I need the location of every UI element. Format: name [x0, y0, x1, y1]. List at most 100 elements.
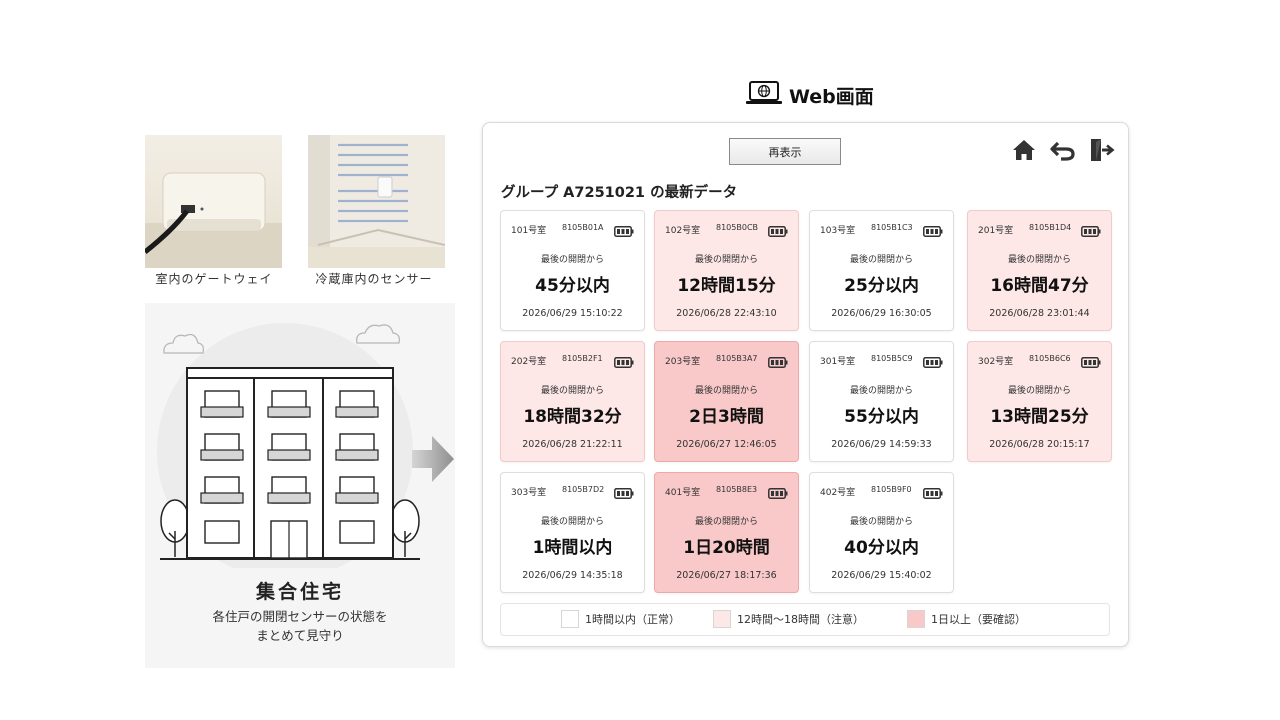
battery-icon: [614, 353, 634, 372]
home-icon[interactable]: [1011, 137, 1037, 163]
last-open-timestamp: 2026/06/28 22:43:10: [676, 308, 777, 319]
sensor-id: 8105B9F0: [871, 485, 912, 494]
last-open-label: 最後の開閉から: [849, 255, 913, 265]
battery-icon: [923, 484, 943, 503]
elapsed-time-value: 1日20時間: [683, 538, 770, 558]
room-number: 202号室: [511, 357, 547, 367]
elapsed-time-value: 55分以内: [844, 407, 919, 427]
legend-label-alert: 1日以上（要確認）: [931, 613, 1026, 626]
room-number: 402号室: [820, 488, 856, 498]
laptop-icon: [745, 80, 783, 110]
web-screen-title: Web画面: [789, 85, 874, 108]
room-number: 302号室: [978, 357, 1014, 367]
sensor-id: 8105B0CB: [716, 223, 759, 232]
room-number: 303号室: [511, 488, 547, 498]
legend-item-normal: 1時間以内（正常）: [561, 610, 680, 628]
sensor-id: 8105B5C9: [871, 354, 913, 363]
fridge-photo: [308, 135, 445, 268]
sensor-card: 303号室 8105B7D2 最後の開閉から 1時間以内 2026/06/29 14:3…: [500, 472, 645, 593]
sensor-card: 401号室 8105B8E3 最後の開閉から 1日20時間 2026/06/27 18:…: [654, 472, 799, 593]
elapsed-time-value: 16時間47分: [990, 276, 1089, 296]
sensor-id: 8105B01A: [562, 223, 604, 232]
gateway-caption: 室内のゲートウェイ: [155, 272, 273, 286]
last-open-label: 最後の開閉から: [849, 517, 913, 527]
last-open-label: 最後の開閉から: [694, 255, 758, 265]
legend-swatch-normal: [561, 610, 579, 628]
elapsed-time-value: 13時間25分: [990, 407, 1089, 427]
sensor-id: 8105B3A7: [716, 354, 758, 363]
sensor-id: 8105B1C3: [871, 223, 913, 232]
group-title: グループ A7251021 の最新データ: [501, 185, 738, 201]
room-number: 203号室: [665, 357, 701, 367]
building-description: 各住戸の開閉センサーの状態を まとめて見守り: [145, 607, 455, 645]
sensor-id: 8105B2F1: [562, 354, 603, 363]
logout-icon[interactable]: [1087, 137, 1115, 163]
last-open-label: 最後の開閉から: [849, 386, 913, 396]
last-open-timestamp: 2026/06/29 15:10:22: [522, 308, 623, 319]
last-open-timestamp: 2026/06/29 14:59:33: [831, 439, 932, 450]
battery-icon: [1081, 353, 1101, 372]
last-open-timestamp: 2026/06/28 23:01:44: [989, 308, 1090, 319]
last-open-label: 最後の開閉から: [694, 386, 758, 396]
legend-item-alert: 1日以上（要確認）: [907, 610, 1026, 628]
battery-icon: [923, 222, 943, 241]
sensor-card: 301号室 8105B5C9 最後の開閉から 55分以内 2026/06/29 14:5…: [809, 341, 954, 462]
legend-label-normal: 1時間以内（正常）: [585, 613, 680, 626]
room-number: 201号室: [978, 226, 1014, 236]
elapsed-time-value: 2日3時間: [689, 407, 764, 427]
last-open-label: 最後の開閉から: [1007, 255, 1071, 265]
battery-icon: [768, 353, 788, 372]
room-number: 401号室: [665, 488, 701, 498]
sensor-card: 302号室 8105B6C6 最後の開閉から 13時間25分 2026/06/28 20…: [967, 341, 1112, 462]
battery-icon: [923, 353, 943, 372]
elapsed-time-value: 1時間以内: [532, 538, 613, 558]
legend-swatch-warning: [713, 610, 731, 628]
last-open-timestamp: 2026/06/28 21:22:11: [522, 439, 623, 450]
room-number: 103号室: [820, 226, 856, 236]
sensor-id: 8105B7D2: [562, 485, 605, 494]
battery-icon: [768, 484, 788, 503]
back-icon[interactable]: [1049, 137, 1075, 163]
last-open-timestamp: 2026/06/27 12:46:05: [676, 439, 777, 450]
sensor-card: 202号室 8105B2F1 最後の開閉から 18時間32分 2026/06/28 21…: [500, 341, 645, 462]
sensor-card: 102号室 8105B0CB 最後の開閉から 12時間15分 2026/06/28 22…: [654, 210, 799, 331]
battery-icon: [1081, 222, 1101, 241]
building-desc-line-1: 各住戸の開閉センサーの状態を: [212, 609, 388, 624]
battery-icon: [768, 222, 788, 241]
last-open-timestamp: 2026/06/29 14:35:18: [522, 570, 623, 581]
dashboard-panel: 再表示 グループ A7251021 の最新データ 101号室 8105B01A 最後…: [482, 122, 1129, 647]
legend-swatch-alert: [907, 610, 925, 628]
arrow-right-icon: [412, 436, 454, 486]
gateway-photo: [145, 135, 282, 268]
sensor-card: 103号室 8105B1C3 最後の開閉から 25分以内 2026/06/29 16:3…: [809, 210, 954, 331]
battery-icon: [614, 222, 634, 241]
legend-item-warning: 12時間〜18時間（注意）: [713, 610, 864, 628]
last-open-timestamp: 2026/06/27 18:17:36: [676, 570, 777, 581]
sensor-id: 8105B6C6: [1029, 354, 1071, 363]
room-number: 102号室: [665, 226, 701, 236]
building-title: 集合住宅: [255, 581, 344, 603]
building-desc-line-2: まとめて見守り: [256, 628, 344, 643]
elapsed-time-value: 45分以内: [535, 276, 610, 296]
elapsed-time-value: 40分以内: [844, 538, 919, 558]
last-open-label: 最後の開閉から: [1007, 386, 1071, 396]
last-open-label: 最後の開閉から: [540, 517, 604, 527]
room-number: 101号室: [511, 226, 547, 236]
fridge-sensor-caption: 冷蔵庫内のセンサー: [315, 272, 433, 286]
legend-label-warning: 12時間〜18時間（注意）: [737, 613, 864, 626]
sensor-card: 101号室 8105B01A 最後の開閉から 45分以内 2026/06/29 15:1…: [500, 210, 645, 331]
room-number: 301号室: [820, 357, 856, 367]
last-open-timestamp: 2026/06/28 20:15:17: [989, 439, 1090, 450]
last-open-label: 最後の開閉から: [694, 517, 758, 527]
elapsed-time-value: 25分以内: [844, 276, 919, 296]
last-open-timestamp: 2026/06/29 16:30:05: [831, 308, 932, 319]
last-open-timestamp: 2026/06/29 15:40:02: [831, 570, 932, 581]
status-legend: 1時間以内（正常） 12時間〜18時間（注意） 1日以上（要確認）: [500, 603, 1110, 636]
web-screen-label: Web画面: [745, 80, 874, 110]
reload-button[interactable]: 再表示: [729, 138, 841, 165]
sensor-card: 203号室 8105B3A7 最後の開閉から 2日3時間 2026/06/27 12:4…: [654, 341, 799, 462]
last-open-label: 最後の開閉から: [540, 255, 604, 265]
sensor-id: 8105B1D4: [1029, 223, 1072, 232]
elapsed-time-value: 18時間32分: [523, 407, 622, 427]
sensor-card: 402号室 8105B9F0 最後の開閉から 40分以内 2026/06/29 15:4…: [809, 472, 954, 593]
